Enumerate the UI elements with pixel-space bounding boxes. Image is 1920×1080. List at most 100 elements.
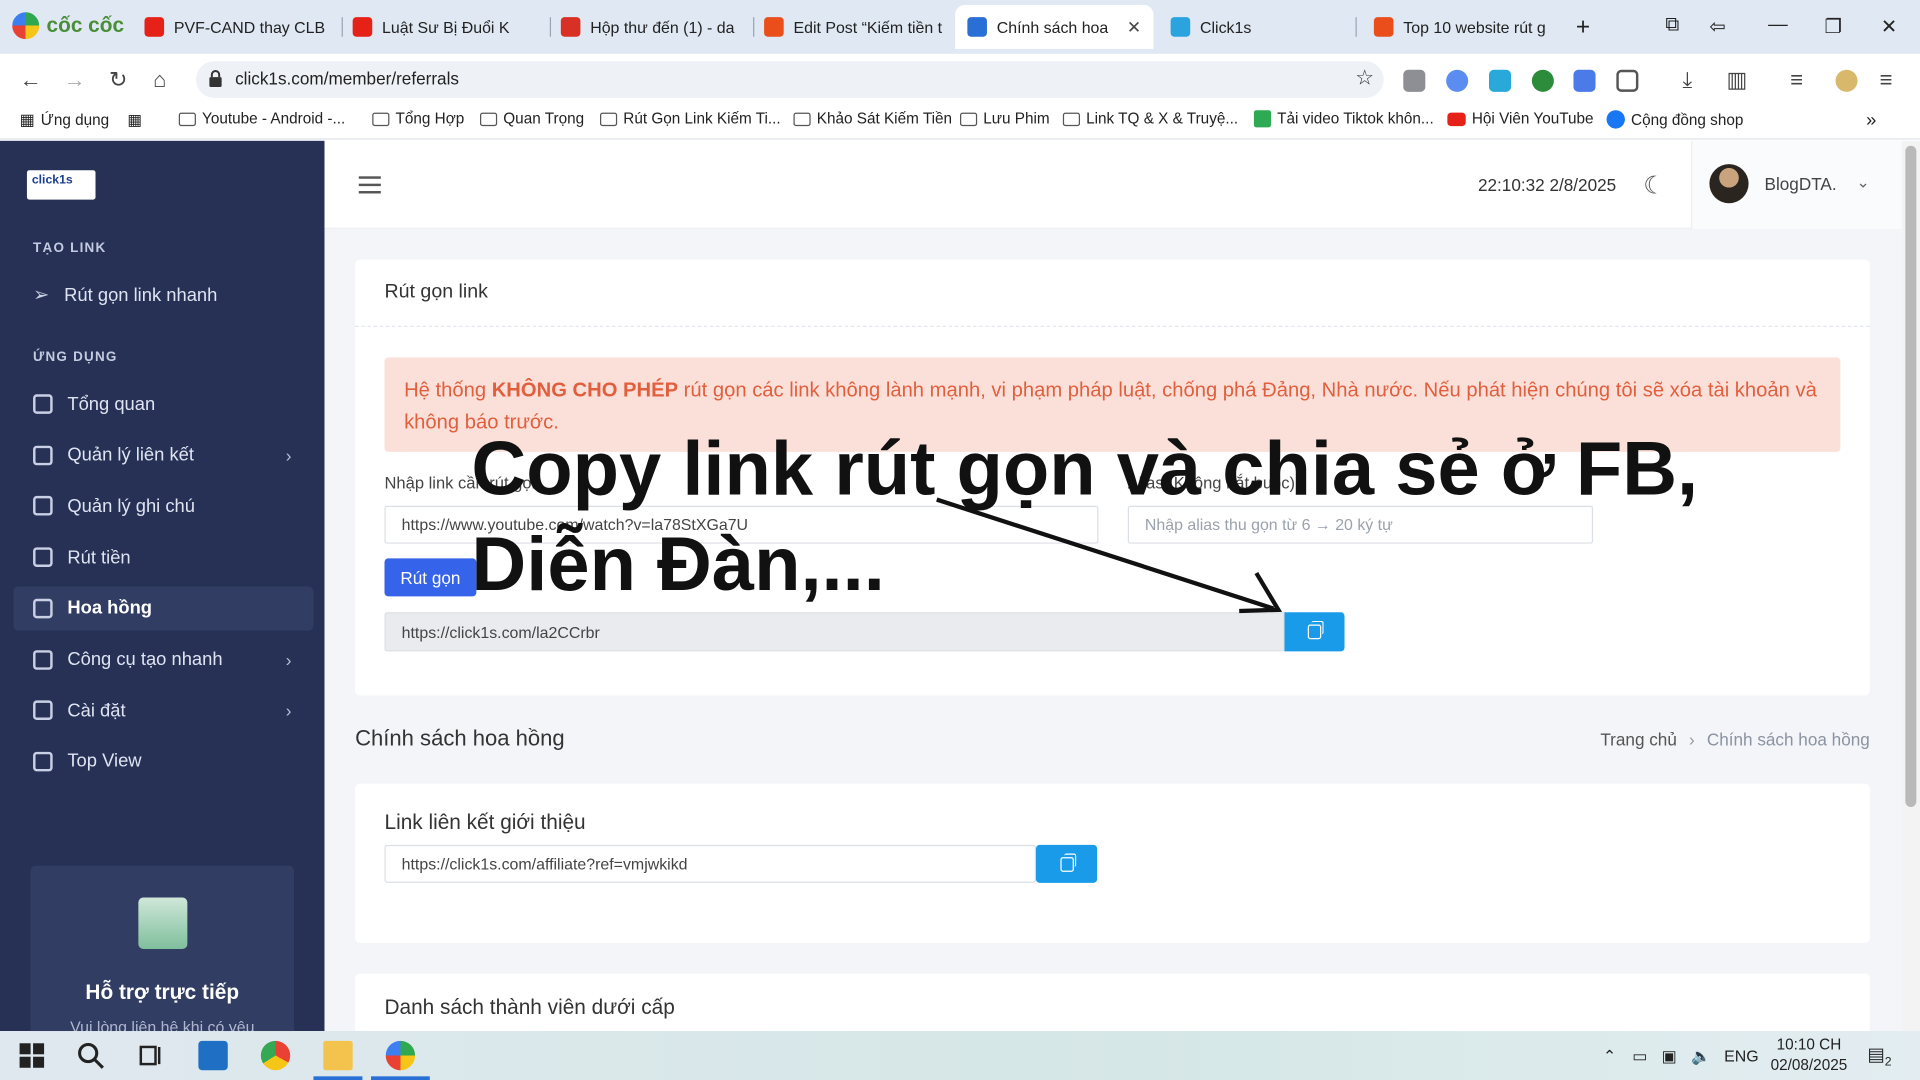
- sidebar-item[interactable]: Rút tiền: [13, 535, 313, 579]
- profile-avatar[interactable]: [1835, 69, 1858, 92]
- download-icon[interactable]: ⤓: [1682, 67, 1692, 93]
- sidebar-item[interactable]: Cài đặt ›: [13, 688, 313, 732]
- bookmark-item[interactable]: Youtube - Android -...: [178, 110, 345, 127]
- download-bookmark-icon: [1253, 110, 1272, 128]
- tab-favicon-icon: [967, 17, 987, 37]
- tab-active[interactable]: Chính sách hoa ✕: [955, 4, 1154, 49]
- tab-favicon-icon: [352, 17, 373, 37]
- active-indicator: [313, 1076, 363, 1080]
- browser-tab[interactable]: PVF-CAND thay CLB: [132, 7, 340, 46]
- media-control-icon[interactable]: ≡: [1790, 67, 1803, 93]
- sidepanel-icon[interactable]: ▥: [1727, 67, 1748, 93]
- browser-brand[interactable]: cốc cốc: [12, 12, 124, 40]
- new-tab-button[interactable]: +: [1576, 7, 1603, 46]
- minimize-button[interactable]: —: [1768, 15, 1788, 37]
- sidebar-item[interactable]: Quản lý liên kết ›: [13, 433, 313, 477]
- extension-icon[interactable]: [1446, 69, 1469, 92]
- bookmark-item[interactable]: Cộng đồng shop: [1606, 110, 1743, 129]
- browser-tab[interactable]: Hộp thư đến (1) - da: [549, 7, 752, 46]
- tab-favicon-icon: [764, 17, 784, 37]
- sidebar-item[interactable]: Công cụ tạo nhanh ›: [13, 637, 313, 681]
- extension-icon[interactable]: [1403, 69, 1426, 92]
- user-menu[interactable]: BlogDTA. ⌄: [1691, 140, 1902, 229]
- bookmark-item[interactable]: Lưu Phim: [960, 110, 1050, 127]
- active-indicator: [371, 1076, 430, 1080]
- referral-link-input[interactable]: https://click1s.com/affiliate?ref=vmjwki…: [384, 844, 1036, 883]
- menu-item-icon: [33, 751, 53, 772]
- close-tab-icon[interactable]: ✕: [1127, 17, 1141, 38]
- site-logo[interactable]: click1s: [26, 170, 96, 200]
- sidebar-item-label: Tổng quan: [67, 393, 156, 415]
- hamburger-menu-icon[interactable]: [358, 176, 381, 194]
- short-link-output[interactable]: https://click1s.com/la2CCrbr: [384, 612, 1285, 652]
- sidebar-item-quick-shorten[interactable]: ➢ Rút gọn link nhanh: [13, 273, 313, 317]
- more-bookmarks-icon[interactable]: »: [1866, 110, 1876, 131]
- breadcrumb-home[interactable]: Trang chủ: [1600, 730, 1677, 750]
- close-window-button[interactable]: ✕: [1881, 15, 1897, 39]
- sidebar-item-label: Quản lý liên kết: [67, 444, 194, 466]
- home-icon[interactable]: ⌂: [153, 67, 166, 93]
- sidebar-item[interactable]: Tổng quan: [13, 382, 313, 426]
- sidebar-item-label: Hoa hồng: [67, 597, 153, 619]
- coccoc-taskbar-icon[interactable]: [385, 1040, 416, 1071]
- volume-icon[interactable]: 🔈: [1691, 1047, 1711, 1067]
- shorten-button[interactable]: Rút gọn: [384, 558, 477, 597]
- tab-label: Chính sách hoa: [996, 17, 1109, 37]
- store-icon[interactable]: [198, 1040, 228, 1071]
- extension-icon[interactable]: [1531, 69, 1554, 92]
- sidebar-item[interactable]: Top View: [13, 739, 313, 783]
- file-explorer-icon[interactable]: [323, 1040, 353, 1071]
- bookmark-item[interactable]: ▦ Ứng dụng: [20, 110, 110, 130]
- network-icon[interactable]: ▣: [1662, 1047, 1677, 1067]
- sidebar-item[interactable]: Quản lý ghi chú: [13, 484, 313, 528]
- search-icon[interactable]: [76, 1041, 105, 1070]
- tab-label: Luật Sư Bị Đuổi K: [382, 17, 510, 37]
- copy-referral-button[interactable]: [1035, 844, 1098, 883]
- chrome-icon[interactable]: [260, 1040, 291, 1071]
- sidebar-item[interactable]: Hoa hồng: [13, 586, 314, 631]
- sidebar-section-apps: ỨNG DỤNG: [33, 350, 118, 365]
- system-clock[interactable]: 10:10 CH 02/08/2025: [1771, 1035, 1848, 1077]
- bookmark-item[interactable]: Link TQ & X & Truyệ...: [1062, 110, 1238, 127]
- bookmark-item[interactable]: Quan Trọng: [480, 110, 584, 127]
- maximize-button[interactable]: ❐: [1825, 15, 1843, 39]
- forward-icon[interactable]: →: [64, 67, 86, 93]
- browser-tab[interactable]: Top 10 website rút g: [1362, 7, 1568, 46]
- tab-label: PVF-CAND thay CLB: [173, 17, 326, 37]
- back-tabs-icon[interactable]: ⇦: [1709, 15, 1725, 39]
- translate-extension-icon[interactable]: [1573, 69, 1596, 92]
- copy-short-link-button[interactable]: [1284, 612, 1345, 652]
- menu-item-icon: [33, 598, 53, 619]
- back-icon[interactable]: ←: [20, 67, 42, 93]
- menu-icon[interactable]: ≡: [1880, 67, 1893, 93]
- windows-start-icon[interactable]: [17, 1041, 46, 1070]
- bookmark-item[interactable]: Tải video Tiktok khôn...: [1253, 110, 1434, 128]
- tab-search-icon[interactable]: ⧉: [1665, 15, 1679, 37]
- bookmark-item[interactable]: Khảo Sát Kiếm Tiền: [793, 110, 952, 127]
- dark-mode-moon-icon[interactable]: ☾: [1643, 170, 1665, 201]
- browser-tab[interactable]: Luật Sư Bị Đuổi K: [340, 7, 548, 46]
- bookmark-star-icon[interactable]: ☆: [1355, 66, 1374, 90]
- browser-tab[interactable]: Click1s: [1158, 7, 1354, 46]
- bookmark-item[interactable]: Tổng Hợp: [372, 110, 464, 127]
- folder-icon: [480, 112, 498, 126]
- battery-icon[interactable]: ▭: [1632, 1047, 1647, 1067]
- apps-grid-icon[interactable]: ▦: [127, 110, 141, 128]
- notifications-icon[interactable]: ▤2: [1867, 1043, 1891, 1068]
- bookmark-item[interactable]: Hội Viên YouTube: [1447, 110, 1594, 127]
- extension-icon[interactable]: [1488, 69, 1512, 92]
- task-view-icon[interactable]: [136, 1041, 165, 1070]
- scrollbar-thumb[interactable]: [1905, 145, 1917, 807]
- browser-tab[interactable]: Edit Post “Kiếm tiền t: [752, 7, 953, 46]
- bookmark-item[interactable]: Rút Gọn Link Kiếm Ti...: [600, 110, 781, 127]
- sidebar-section-create: TẠO LINK: [33, 241, 107, 256]
- chevron-up-icon[interactable]: ⌃: [1603, 1047, 1616, 1067]
- address-bar[interactable]: click1s.com/member/referrals ☆: [195, 61, 1384, 98]
- page-scrollbar[interactable]: [1901, 140, 1920, 1032]
- reload-icon[interactable]: ↻: [109, 67, 127, 93]
- lock-icon: [209, 70, 222, 87]
- sidebar-item-label: Top View: [67, 751, 142, 772]
- puzzle-extensions-icon[interactable]: [1616, 69, 1639, 92]
- language-indicator[interactable]: ENG: [1724, 1047, 1758, 1065]
- user-name: BlogDTA.: [1764, 173, 1837, 194]
